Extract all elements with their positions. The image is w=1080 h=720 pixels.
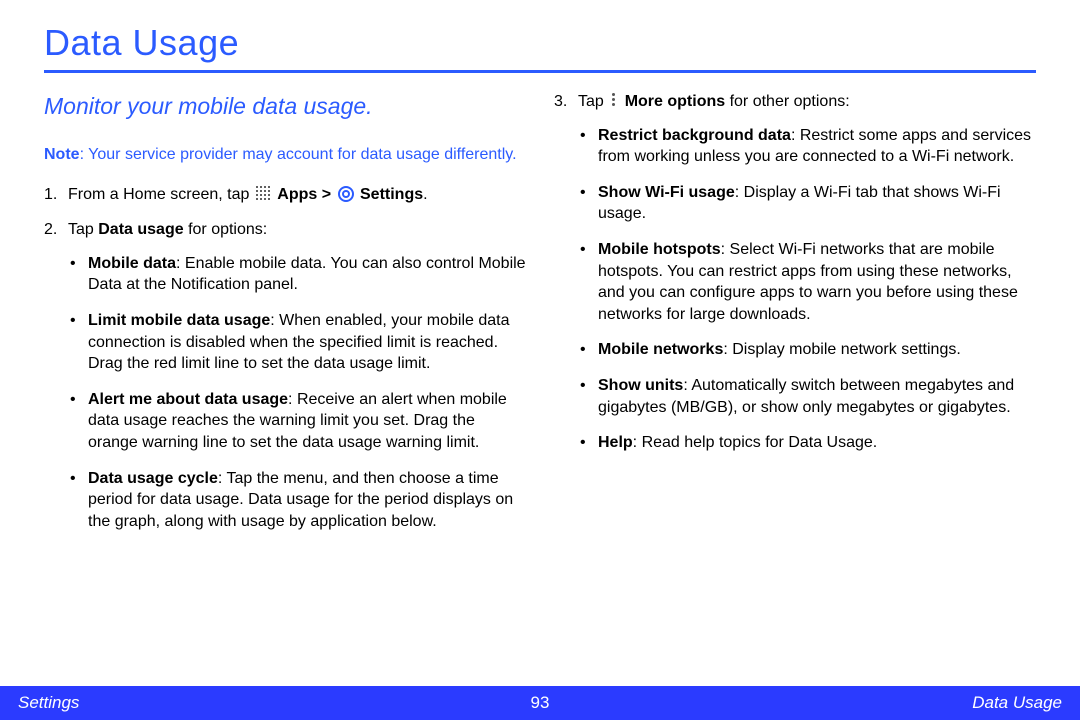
bullet-text: : Display mobile network settings.	[723, 341, 960, 358]
step-3-bullets: Restrict background data: Restrict some …	[578, 125, 1036, 454]
step-1-pre: From a Home screen, tap	[68, 186, 254, 203]
step-3-post: for other options:	[725, 93, 850, 110]
page-title: Data Usage	[44, 22, 1036, 64]
list-item: Help: Read help topics for Data Usage.	[578, 432, 1036, 454]
footer: Settings 93 Data Usage	[0, 686, 1080, 720]
list-item: Restrict background data: Restrict some …	[578, 125, 1036, 168]
step-3-bold: More options	[625, 93, 725, 110]
apps-icon	[256, 186, 271, 201]
bullet-bold: Mobile data	[88, 255, 176, 272]
column-right: 3. Tap More options for other options: R…	[554, 91, 1036, 546]
bullet-bold: Alert me about data usage	[88, 391, 288, 408]
step-2-pre: Tap	[68, 221, 98, 238]
footer-right: Data Usage	[972, 693, 1062, 713]
list-item: Mobile hotspots: Select Wi-Fi networks t…	[578, 239, 1036, 325]
more-options-icon	[610, 93, 618, 108]
step-1-post: .	[423, 186, 427, 203]
steps-left: 1. From a Home screen, tap Apps > Settin…	[44, 184, 526, 533]
list-item: Limit mobile data usage: When enabled, y…	[68, 310, 526, 375]
step-1-gt: >	[322, 186, 336, 203]
list-item: Mobile data: Enable mobile data. You can…	[68, 253, 526, 296]
footer-left: Settings	[18, 693, 79, 713]
title-divider	[44, 70, 1036, 73]
list-item: Alert me about data usage: Receive an al…	[68, 389, 526, 454]
subtitle: Monitor your mobile data usage.	[44, 91, 526, 122]
step-2-number: 2.	[44, 219, 57, 241]
bullet-bold: Show units	[598, 377, 683, 394]
step-2-post: for options:	[184, 221, 268, 238]
note: Note: Your service provider may account …	[44, 144, 526, 166]
bullet-bold: Show Wi-Fi usage	[598, 184, 735, 201]
bullet-bold: Mobile networks	[598, 341, 723, 358]
step-2-bold: Data usage	[98, 221, 183, 238]
page: Data Usage Monitor your mobile data usag…	[0, 0, 1080, 720]
bullet-text: : Read help topics for Data Usage.	[633, 434, 878, 451]
bullet-bold: Restrict background data	[598, 127, 791, 144]
bullet-bold: Limit mobile data usage	[88, 312, 270, 329]
settings-icon	[338, 186, 354, 202]
list-item: Data usage cycle: Tap the menu, and then…	[68, 468, 526, 533]
step-3-pre: Tap	[578, 93, 608, 110]
step-2: 2. Tap Data usage for options: Mobile da…	[44, 219, 526, 532]
content-columns: Monitor your mobile data usage. Note: Yo…	[44, 91, 1036, 546]
steps-right: 3. Tap More options for other options: R…	[554, 91, 1036, 454]
column-left: Monitor your mobile data usage. Note: Yo…	[44, 91, 526, 546]
note-label: Note	[44, 146, 80, 163]
list-item: Show Wi-Fi usage: Display a Wi-Fi tab th…	[578, 182, 1036, 225]
step-1-apps: Apps	[277, 186, 317, 203]
list-item: Show units: Automatically switch between…	[578, 375, 1036, 418]
step-1: 1. From a Home screen, tap Apps > Settin…	[44, 184, 526, 206]
note-text: : Your service provider may account for …	[80, 146, 517, 163]
footer-page-number: 93	[531, 693, 550, 713]
step-1-number: 1.	[44, 184, 57, 206]
bullet-bold: Data usage cycle	[88, 470, 218, 487]
step-1-settings: Settings	[360, 186, 423, 203]
bullet-bold: Mobile hotspots	[598, 241, 721, 258]
step-3: 3. Tap More options for other options: R…	[554, 91, 1036, 454]
bullet-bold: Help	[598, 434, 633, 451]
step-2-bullets: Mobile data: Enable mobile data. You can…	[68, 253, 526, 533]
step-3-number: 3.	[554, 91, 567, 113]
list-item: Mobile networks: Display mobile network …	[578, 339, 1036, 361]
